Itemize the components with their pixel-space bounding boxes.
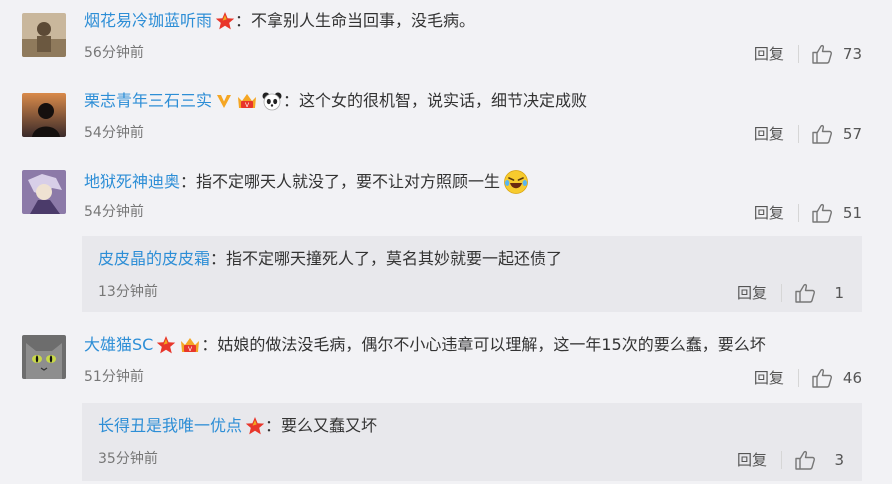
thumbs-up-icon	[795, 450, 815, 470]
thumbs-up-icon	[812, 368, 832, 388]
reply-button[interactable]: 回复	[754, 43, 784, 64]
crown-vip-badge-icon: V	[236, 91, 258, 111]
comment-line: 大雄猫SC V ：姑娘的做法没毛病，偶尔不小心违章可以理解，这一年15次的要么蠢…	[84, 335, 766, 355]
action-divider	[781, 450, 782, 469]
reply-button[interactable]: 回复	[754, 367, 784, 388]
thumbs-up-icon	[795, 283, 815, 303]
thumbs-up-icon	[812, 44, 832, 64]
comment-time: 13分钟前	[98, 284, 158, 300]
thumbs-up-icon	[812, 124, 832, 144]
user-avatar[interactable]	[22, 170, 66, 214]
red-star-badge-icon	[215, 11, 235, 31]
comment-line: 长得丑是我唯一优点 ：要么又蠢又坏	[98, 416, 377, 436]
comment-text: ：要么又蠢又坏	[265, 416, 378, 435]
comment-item: 烟花易冷珈蓝听雨 ：不拿别人生命当回事，没毛病。 56分钟前 回复 73	[0, 0, 892, 80]
comment-actions: 回复 46	[754, 367, 862, 388]
comment-actions: 回复 57	[754, 123, 862, 144]
like-count: 57	[842, 124, 862, 143]
comment-text: ：姑娘的做法没毛病，偶尔不小心违章可以理解，这一年15次的要么蠢，要么坏	[201, 335, 766, 354]
username-link[interactable]: 地狱死神迪奥	[84, 172, 180, 192]
action-divider	[797, 44, 799, 63]
username-link[interactable]: 栗志青年三石三实	[84, 91, 212, 111]
username-link[interactable]: 皮皮晶的皮皮霜	[98, 249, 210, 269]
like-button[interactable]: 57	[811, 124, 862, 144]
red-star-badge-icon	[156, 335, 176, 355]
reply-button[interactable]: 回复	[754, 202, 784, 223]
like-button[interactable]: 51	[811, 203, 862, 223]
comment-time: 56分钟前	[84, 45, 144, 61]
user-avatar[interactable]	[22, 335, 66, 379]
like-count: 3	[834, 450, 844, 469]
nested-reply: 皮皮晶的皮皮霜 ：指不定哪天撞死人了，莫名其妙就要一起还债了 13分钟前 回复 …	[82, 236, 862, 312]
red-star-badge-icon	[245, 416, 265, 436]
comment-text: ：指不定哪天人就没了，要不让对方照顾一生	[180, 172, 501, 191]
action-divider	[797, 124, 799, 143]
reply-button[interactable]: 回复	[754, 123, 784, 144]
comment-item: 大雄猫SC V ：姑娘的做法没毛病，偶尔不小心违章可以理解，这一年15次的要么蠢…	[0, 322, 892, 400]
user-avatar[interactable]	[22, 13, 66, 57]
comment-line: 皮皮晶的皮皮霜 ：指不定哪天撞死人了，莫名其妙就要一起还债了	[98, 249, 562, 269]
comment-actions: 回复 1	[737, 282, 844, 303]
like-count: 51	[842, 203, 862, 222]
comment-actions: 回复 3	[737, 449, 844, 470]
comment-page: { "comments": [ { "username": "烟花易冷珈蓝听雨"…	[0, 0, 892, 484]
username-link[interactable]: 长得丑是我唯一优点	[98, 416, 242, 436]
reply-button[interactable]: 回复	[737, 282, 767, 303]
comment-actions: 回复 73	[754, 43, 862, 64]
comment-time: 35分钟前	[98, 451, 158, 467]
crown-vip-badge-icon: V	[179, 335, 201, 355]
like-button[interactable]: 3	[794, 450, 844, 470]
comment-item: 地狱死神迪奥 ：指不定哪天人就没了，要不让对方照顾一生 54分钟前 回复 51	[0, 160, 892, 236]
user-avatar[interactable]	[22, 93, 66, 137]
laugh-cry-emoji-icon	[503, 169, 529, 195]
reply-button[interactable]: 回复	[737, 449, 767, 470]
thumbs-up-icon	[812, 203, 832, 223]
v-verified-badge-icon	[215, 92, 233, 110]
comment-line: 地狱死神迪奥 ：指不定哪天人就没了，要不让对方照顾一生	[84, 169, 529, 195]
username-link[interactable]: 烟花易冷珈蓝听雨	[84, 11, 212, 31]
like-count: 73	[842, 44, 862, 63]
comment-text: ：不拿别人生命当回事，没毛病。	[235, 11, 476, 30]
like-button[interactable]: 46	[811, 368, 862, 388]
comment-time: 51分钟前	[84, 369, 144, 385]
like-button[interactable]: 1	[794, 283, 844, 303]
like-button[interactable]: 73	[811, 44, 862, 64]
comment-line: 栗志青年三石三实 V ：这个女的很机智，说实话，细节决定成败	[84, 91, 587, 111]
comment-time: 54分钟前	[84, 204, 144, 220]
action-divider	[781, 283, 782, 302]
like-count: 46	[842, 368, 862, 387]
comment-actions: 回复 51	[754, 202, 862, 223]
action-divider	[797, 203, 799, 222]
action-divider	[797, 368, 799, 387]
like-count: 1	[834, 283, 844, 302]
panda-badge-icon	[261, 91, 283, 111]
comment-line: 烟花易冷珈蓝听雨 ：不拿别人生命当回事，没毛病。	[84, 11, 475, 31]
username-link[interactable]: 大雄猫SC	[84, 335, 153, 355]
nested-reply: 长得丑是我唯一优点 ：要么又蠢又坏 35分钟前 回复 3	[82, 403, 862, 481]
comment-item: 栗志青年三石三实 V ：这个女的很机智，说实话，细节决定成败 54分钟前 回复 …	[0, 80, 892, 160]
comment-time: 54分钟前	[84, 125, 144, 141]
comment-text: ：这个女的很机智，说实话，细节决定成败	[283, 91, 588, 110]
comment-text: ：指不定哪天撞死人了，莫名其妙就要一起还债了	[210, 249, 563, 268]
